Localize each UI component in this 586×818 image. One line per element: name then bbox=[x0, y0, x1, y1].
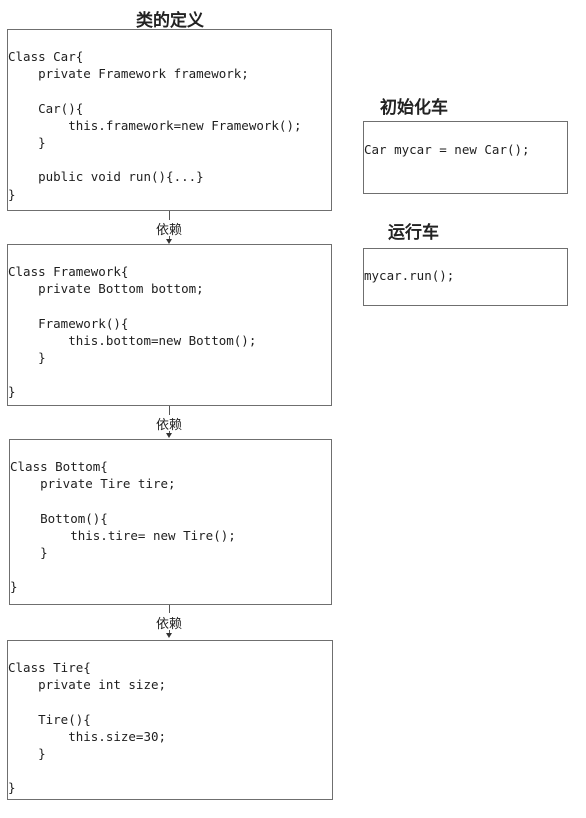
code-line: Class Framework{ bbox=[8, 264, 129, 279]
framework-class-box: Class Framework{ private Bottom bottom; … bbox=[7, 244, 332, 406]
code-line: Tire(){ bbox=[8, 711, 91, 727]
bottom-class-box: Class Bottom{ private Tire tire; Bottom(… bbox=[9, 439, 332, 605]
framework-class-code: Class Framework{ private Bottom bottom; … bbox=[8, 263, 331, 401]
code-line: this.tire= new Tire(); bbox=[10, 527, 236, 543]
run-car-code: mycar.run(); bbox=[364, 267, 567, 284]
dependency-arrowhead-2 bbox=[166, 433, 172, 438]
init-car-title: 初始化车 bbox=[380, 98, 448, 118]
code-line: } bbox=[8, 745, 46, 761]
dependency-connector-3 bbox=[169, 605, 170, 613]
code-line: private Framework framework; bbox=[8, 66, 249, 82]
bottom-class-code: Class Bottom{ private Tire tire; Bottom(… bbox=[10, 458, 331, 596]
init-car-code: Car mycar = new Car(); bbox=[364, 141, 567, 158]
code-line: private Bottom bottom; bbox=[8, 281, 204, 297]
code-line: } bbox=[8, 134, 46, 150]
code-line: private int size; bbox=[8, 677, 167, 693]
code-line: this.framework=new Framework(); bbox=[8, 117, 302, 133]
code-line: Class Car{ bbox=[8, 49, 84, 64]
code-line: mycar.run(); bbox=[364, 268, 455, 283]
run-car-box: mycar.run(); bbox=[363, 248, 568, 306]
code-line: this.size=30; bbox=[8, 728, 167, 744]
code-line: Car mycar = new Car(); bbox=[364, 142, 530, 157]
code-line: Bottom(){ bbox=[10, 510, 108, 526]
code-line: Framework(){ bbox=[8, 315, 129, 331]
car-class-box: Class Car{ private Framework framework; … bbox=[7, 29, 332, 211]
code-line: } bbox=[8, 186, 16, 202]
code-line: private Tire tire; bbox=[10, 476, 176, 492]
code-line: Car(){ bbox=[8, 100, 84, 116]
code-line: public void run(){...} bbox=[8, 169, 204, 185]
code-line: } bbox=[10, 544, 48, 560]
code-line: } bbox=[10, 579, 18, 595]
code-line: Class Tire{ bbox=[8, 660, 91, 675]
code-line: } bbox=[8, 384, 16, 400]
code-line: } bbox=[8, 349, 46, 365]
tire-class-code: Class Tire{ private int size; Tire(){ th… bbox=[8, 659, 332, 797]
code-line: Class Bottom{ bbox=[10, 459, 108, 474]
car-class-code: Class Car{ private Framework framework; … bbox=[8, 48, 331, 203]
init-car-box: Car mycar = new Car(); bbox=[363, 121, 568, 194]
code-line: } bbox=[8, 780, 16, 796]
tire-class-box: Class Tire{ private int size; Tire(){ th… bbox=[7, 640, 333, 800]
code-line: this.bottom=new Bottom(); bbox=[8, 332, 257, 348]
class-definition-title: 类的定义 bbox=[136, 11, 204, 31]
dependency-arrowhead-3 bbox=[166, 633, 172, 638]
run-car-title: 运行车 bbox=[388, 223, 439, 243]
